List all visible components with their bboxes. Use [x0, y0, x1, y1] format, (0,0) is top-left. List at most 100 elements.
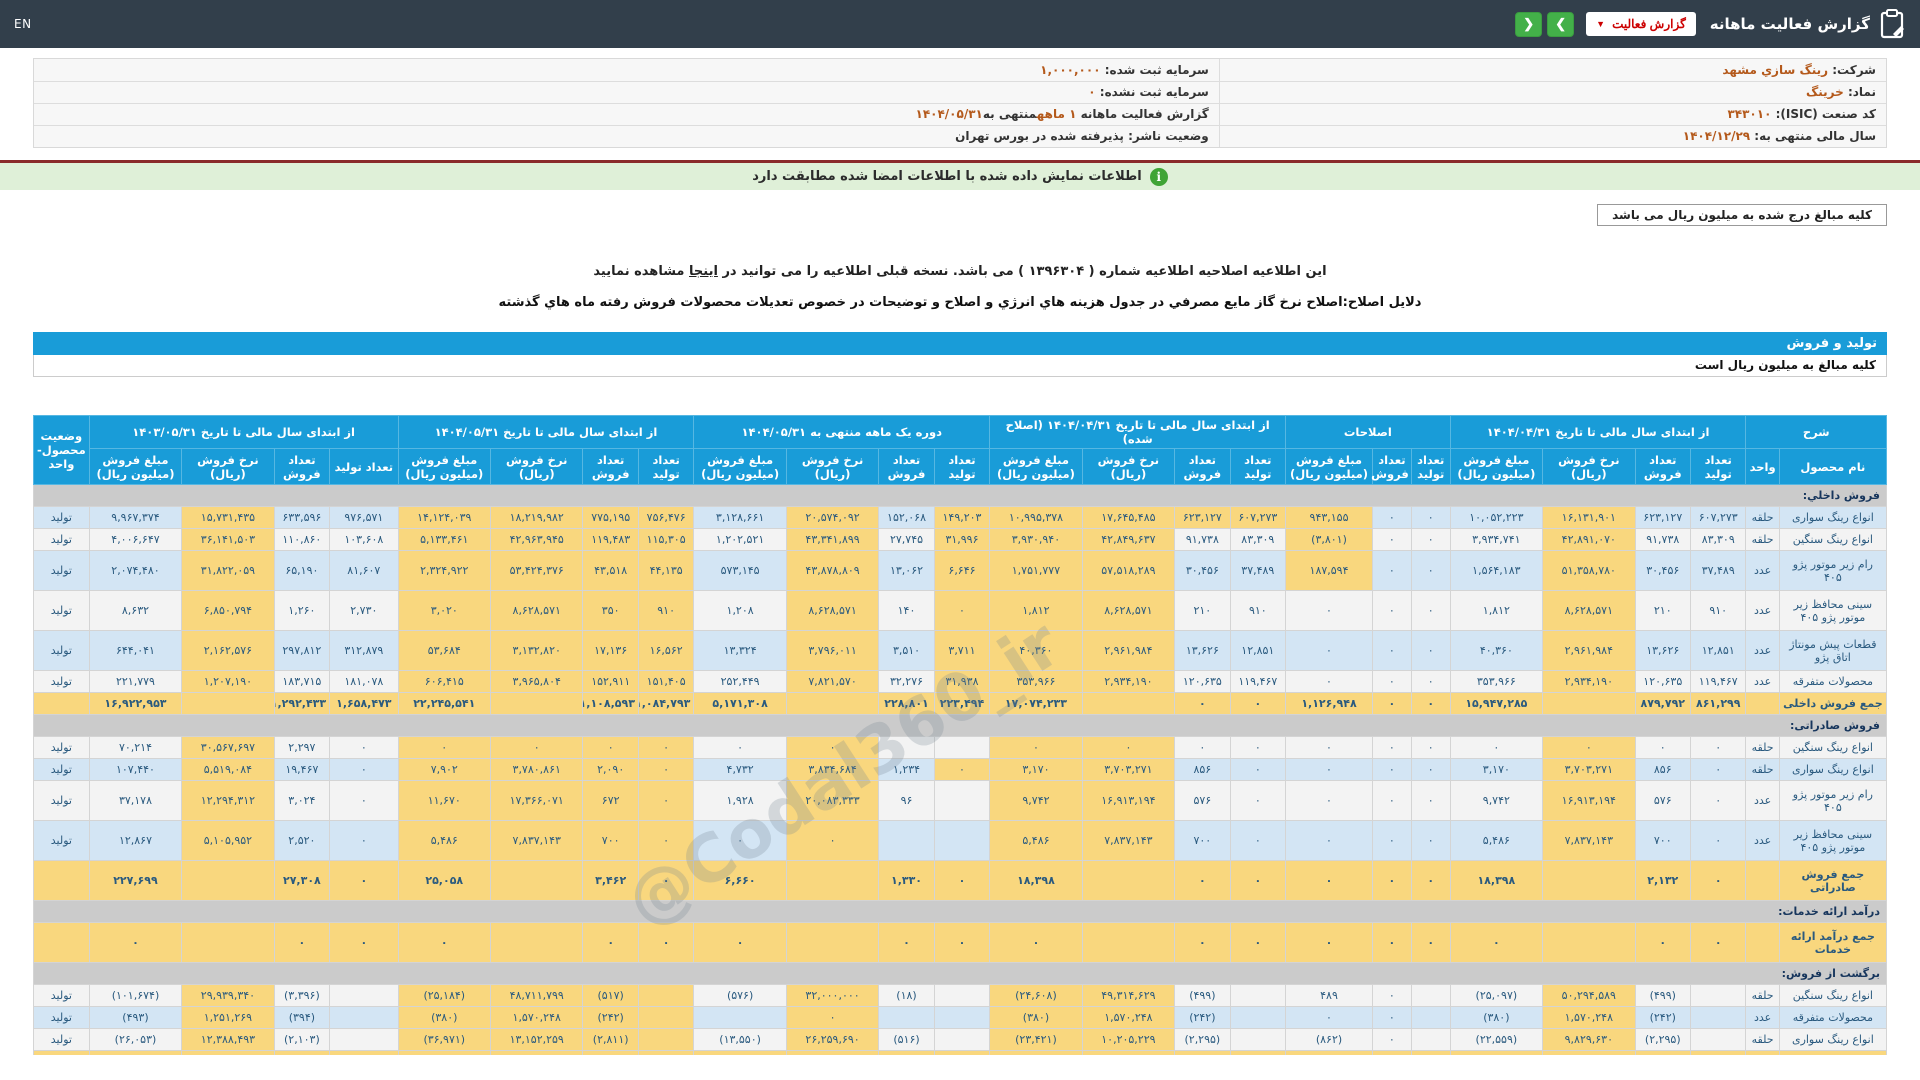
value-cell: ۳۵۳,۹۶۶ — [989, 670, 1083, 693]
value-cell: ۳,۹۳۴,۷۴۱ — [1449, 528, 1544, 551]
amounts-unit-box: کلیه مبالغ درج شده به میلیون ریال می باش… — [1597, 204, 1887, 226]
status-cell: تولید — [33, 506, 90, 529]
value-cell: ۰ — [1371, 860, 1412, 901]
value-cell: ۵,۵۱۹,۰۸۴ — [181, 758, 275, 781]
value-cell: ۵,۱۷۱,۳۰۸ — [693, 692, 787, 715]
value-cell: ۱۲۰,۶۳۵ — [1634, 670, 1692, 693]
info-label: شرکت: — [1828, 62, 1876, 77]
value-cell: ۲۰,۰۸۳,۳۳۳ — [785, 780, 880, 821]
value-cell: ۱,۲۰۲,۵۲۱ — [693, 528, 787, 551]
value-cell: ۱۰,۹۹۵,۳۷۸ — [989, 506, 1083, 529]
value-cell — [181, 1050, 275, 1055]
value-cell: ۷۰۰ — [1634, 820, 1692, 861]
value-cell: (۳۸۰) — [397, 1006, 491, 1029]
section-label: فروش صادراتی: — [33, 714, 1887, 737]
value-cell: ۰ — [1371, 1006, 1412, 1029]
value-cell: ۷,۸۳۷,۱۴۳ — [1081, 820, 1176, 861]
value-cell — [785, 1050, 880, 1055]
value-cell: ۳,۱۷۰ — [1449, 758, 1544, 781]
value-cell: ۰ — [1285, 820, 1373, 861]
value-cell: ۱۰,۲۰۵,۲۲۹ — [1081, 1028, 1176, 1051]
value-cell: ۷,۸۳۷,۱۴۳ — [1542, 820, 1636, 861]
value-cell: (۵۱۷) — [582, 984, 639, 1007]
value-cell — [1689, 1028, 1747, 1051]
value-cell — [1542, 692, 1636, 715]
value-cell — [181, 692, 275, 715]
value-cell: ۴۰,۳۶۰ — [1449, 630, 1544, 671]
info-value: ۳۴۳۰۱۰ — [1727, 107, 1772, 121]
value-cell: ۰ — [1410, 758, 1451, 781]
next-report-button[interactable]: ❯ — [1547, 11, 1575, 37]
report-type-dropdown[interactable]: گزارش فعالیت ▼ — [1586, 12, 1696, 36]
value-cell: ۱,۲۳۴ — [878, 758, 935, 781]
value-cell: ۷۰,۲۱۴ — [88, 736, 183, 759]
value-cell: ۶۳۳,۵۹۶ — [273, 506, 331, 529]
previous-report-button[interactable]: ❮ — [1515, 11, 1543, 37]
value-cell: (۸۶۲) — [1285, 1028, 1373, 1051]
value-cell: ۰ — [329, 922, 399, 963]
value-cell: ۱۱۹,۴۸۳ — [582, 528, 639, 551]
value-cell: (۲۴۲) — [1634, 1006, 1692, 1029]
value-cell: ۳,۷۰۳,۲۷۱ — [1542, 758, 1636, 781]
column-subheader: تعداد فروش — [1634, 448, 1692, 485]
language-toggle-en[interactable]: EN — [14, 17, 32, 31]
value-cell: ۱,۱۲۶,۹۴۸ — [1285, 692, 1373, 715]
value-cell: ۸,۶۳۲ — [88, 590, 183, 631]
previous-version-link[interactable]: اینجا — [689, 264, 718, 279]
column-subheader: تعداد فروش — [878, 448, 935, 485]
product-name-cell: سینی محافظ زیر موتور پژو ۴۰۵ — [1778, 820, 1887, 861]
value-cell — [933, 1050, 991, 1055]
value-cell: ۲,۹۳۴,۱۹۰ — [1542, 670, 1636, 693]
value-cell: (۱۰۱,۶۷۴) — [88, 984, 183, 1007]
table-row: سینی محافظ زیر موتور پژو ۴۰۵ عدد ۹۱۰ ۲۱۰ ۸,۶… — [33, 590, 1887, 631]
value-cell: (۲,۲۹۵) — [1634, 1028, 1692, 1051]
value-cell: (۲۵,۱۸۴) — [397, 984, 491, 1007]
value-cell — [1229, 1028, 1287, 1051]
value-cell — [1410, 1006, 1451, 1029]
value-cell: ۷۷۵,۱۹۵ — [582, 506, 639, 529]
product-name-cell: قطعات پیش مونتاژ اتاق پژو — [1778, 630, 1887, 671]
value-cell: ۳۱,۸۲۲,۰۵۹ — [181, 550, 275, 591]
value-cell: ۵۳,۴۲۴,۳۷۶ — [489, 550, 584, 591]
section-header-production-sales: تولید و فروش — [33, 332, 1887, 355]
value-cell — [933, 736, 991, 759]
info-label: سال مالی منتهی به: — [1750, 129, 1876, 144]
value-cell: ۹۱,۷۳۸ — [1174, 528, 1231, 551]
value-cell: ۰ — [489, 736, 584, 759]
company-info-cell: سال مالی منتهی به: ۱۴۰۴/۱۲/۲۹ — [1218, 125, 1886, 147]
value-cell — [329, 1028, 399, 1051]
value-cell: ۵,۱۰۵,۹۵۲ — [181, 820, 275, 861]
value-cell: ۰ — [1371, 528, 1412, 551]
status-cell: تولید — [33, 590, 90, 631]
value-cell: ۰ — [693, 820, 787, 861]
status-cell: تولید — [33, 984, 90, 1007]
value-cell: ۰ — [933, 860, 991, 901]
value-cell — [1229, 1006, 1287, 1029]
value-cell: ۵,۱۳۳,۴۶۱ — [397, 528, 491, 551]
value-cell: ۴۳,۳۴۱,۸۹۹ — [785, 528, 880, 551]
value-cell: ۰ — [1410, 780, 1451, 821]
value-cell: (۴۹۹) — [1174, 984, 1231, 1007]
value-cell: ۲۲۳,۴۹۴ — [933, 692, 991, 715]
table-unit-note: کلیه مبالغ به میلیون ریال است — [33, 355, 1887, 377]
value-cell: ۲۵۲,۴۴۹ — [693, 670, 787, 693]
value-cell: ۸۳,۳۰۹ — [1229, 528, 1287, 551]
company-info-cell: گزارش فعالیت ماهانه ۱ ماههمنتهی به۱۴۰۴/۰… — [34, 103, 1220, 126]
column-subheader: مبلغ فروش (میلیون ریال) — [88, 448, 183, 485]
value-cell — [637, 1028, 695, 1051]
value-cell — [637, 1006, 695, 1029]
info-label: وضعیت ناشر: — [1123, 129, 1209, 144]
value-cell: ۰ — [1371, 758, 1412, 781]
value-cell: ۰ — [1229, 780, 1287, 821]
value-cell — [933, 1028, 991, 1051]
info-value: ۱۴۰۴/۰۵/۳۱ — [915, 107, 983, 121]
value-cell: ۴۲,۸۹۱,۰۷۰ — [1542, 528, 1636, 551]
value-cell: ۲,۰۷۴,۴۸۰ — [88, 550, 183, 591]
status-cell: تولید — [33, 780, 90, 821]
value-cell: ۹۱۰ — [1229, 590, 1287, 631]
company-info-cell: وضعیت ناشر: پذیرفته شده در بورس تهران — [34, 125, 1219, 147]
value-cell: ۰ — [933, 590, 991, 631]
value-cell — [933, 780, 991, 821]
value-cell: ۹,۹۶۷,۳۷۴ — [88, 506, 183, 529]
product-name-cell: جمع فروش داخلی — [1778, 692, 1887, 715]
